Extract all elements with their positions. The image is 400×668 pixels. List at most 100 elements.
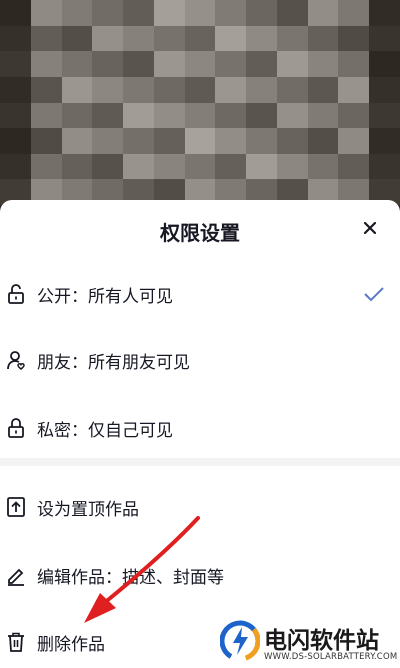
action-edit[interactable]: 编辑作品：描述、封面等 — [0, 547, 400, 603]
background-pixel — [338, 153, 371, 181]
background-pixel — [246, 128, 278, 155]
close-button[interactable] — [360, 218, 380, 238]
background-pixel — [276, 51, 309, 78]
background-pixel — [184, 0, 217, 27]
action-pin-top[interactable]: 设为置顶作品 — [0, 479, 400, 535]
background-pixel — [246, 76, 278, 104]
background-pixel — [30, 76, 63, 104]
option-label: 公开：所有人可见 — [37, 286, 173, 307]
background-pixel — [61, 128, 94, 155]
background-pixel — [61, 76, 94, 104]
background-pixel — [338, 0, 371, 27]
background-pixel — [30, 51, 63, 78]
background-pixel — [92, 102, 125, 130]
background-pixel — [153, 51, 186, 78]
background-pixel — [369, 0, 400, 27]
background-pixel — [153, 128, 186, 155]
background-pixel — [153, 0, 186, 27]
background-pixel — [153, 102, 186, 130]
friend-icon — [7, 351, 25, 370]
background-pixel — [215, 102, 248, 130]
background-pixel — [123, 76, 155, 104]
background-pixel — [92, 25, 125, 53]
option-label: 朋友：所有朋友可见 — [37, 352, 190, 373]
background-pixel — [369, 25, 400, 53]
video-preview-background — [0, 0, 400, 205]
background-pixel — [276, 128, 309, 155]
background-pixel — [123, 128, 155, 155]
watermark: 电闪软件站 WWW.DS-SOLARBATTERY.COM — [214, 615, 400, 668]
action-label: 编辑作品：描述、封面等 — [37, 567, 224, 588]
background-pixel — [184, 51, 217, 78]
background-pixel — [184, 76, 217, 104]
background-pixel — [276, 25, 309, 53]
background-pixel — [307, 102, 340, 130]
background-pixel — [246, 0, 278, 27]
background-pixel — [215, 128, 248, 155]
background-pixel — [184, 102, 217, 130]
background-pixel — [215, 0, 248, 27]
background-pixel — [246, 25, 278, 53]
section-divider — [0, 458, 400, 466]
background-pixel — [61, 25, 94, 53]
background-pixel — [92, 0, 125, 27]
background-pixel — [0, 0, 32, 27]
check-icon — [364, 287, 384, 302]
unlock-icon — [8, 284, 24, 304]
background-pixel — [184, 128, 217, 155]
background-pixel — [92, 51, 125, 78]
background-pixel — [153, 25, 186, 53]
background-pixel — [246, 102, 278, 130]
option-friends[interactable]: 朋友：所有朋友可见 — [0, 332, 400, 388]
background-pixel — [215, 25, 248, 53]
action-label: 删除作品 — [37, 634, 105, 655]
background-pixel — [246, 153, 278, 181]
background-pixel — [0, 102, 32, 130]
background-pixel — [92, 153, 125, 181]
close-icon — [363, 221, 377, 235]
background-pixel — [123, 25, 155, 53]
background-pixel — [307, 128, 340, 155]
background-pixel — [184, 153, 217, 181]
background-pixel — [123, 0, 155, 27]
option-private[interactable]: 私密：仅自己可见 — [0, 400, 400, 456]
background-pixel — [307, 153, 340, 181]
background-pixel — [153, 153, 186, 181]
background-pixel — [184, 25, 217, 53]
background-pixel — [369, 102, 400, 130]
background-pixel — [215, 51, 248, 78]
trash-icon — [8, 632, 24, 652]
background-pixel — [369, 51, 400, 78]
background-pixel — [307, 76, 340, 104]
background-pixel — [338, 51, 371, 78]
background-pixel — [369, 128, 400, 155]
edit-icon — [8, 568, 24, 586]
background-pixel — [123, 102, 155, 130]
background-pixel — [369, 153, 400, 181]
background-pixel — [92, 76, 125, 104]
background-pixel — [307, 25, 340, 53]
watermark-url: WWW.DS-SOLARBATTERY.COM — [264, 652, 398, 662]
background-pixel — [30, 102, 63, 130]
option-label: 私密：仅自己可见 — [37, 420, 173, 441]
background-pixel — [338, 76, 371, 104]
background-pixel — [0, 128, 32, 155]
background-pixel — [30, 153, 63, 181]
background-pixel — [0, 153, 32, 181]
background-pixel — [369, 76, 400, 104]
sheet-title: 权限设置 — [160, 221, 240, 245]
background-pixel — [276, 0, 309, 27]
background-pixel — [61, 51, 94, 78]
watermark-name: 电闪软件站 — [264, 628, 379, 654]
background-pixel — [0, 25, 32, 53]
permission-sheet: 权限设置 公开：所有人可见 朋友：所有朋友可见 私密：仅自己可见 设为置顶作品 … — [0, 200, 400, 668]
background-pixel — [61, 0, 94, 27]
background-pixel — [307, 51, 340, 78]
background-pixel — [246, 51, 278, 78]
background-pixel — [276, 102, 309, 130]
background-pixel — [123, 153, 155, 181]
background-pixel — [92, 128, 125, 155]
background-pixel — [61, 102, 94, 130]
background-pixel — [307, 0, 340, 27]
option-public[interactable]: 公开：所有人可见 — [0, 266, 400, 322]
